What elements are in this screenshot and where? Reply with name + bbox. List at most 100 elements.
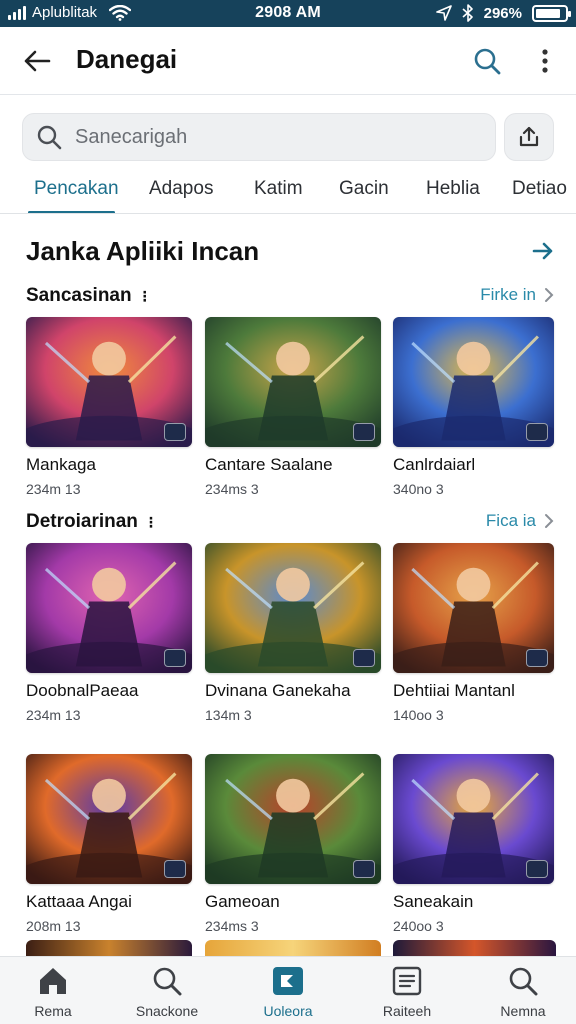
search-icon [35, 123, 63, 151]
card-thumbnail [205, 317, 381, 447]
section-title: Janka Apliiki Incan [26, 236, 260, 266]
app-name: Canlrdaiarl [393, 455, 476, 474]
card-thumbnail [393, 754, 554, 884]
app-meta: 134m 3 [205, 707, 252, 723]
nav-label: Raiteeh [382, 1003, 432, 1019]
search-button[interactable] [468, 42, 506, 80]
tab-heblia[interactable]: Heblia [426, 178, 480, 200]
bottom-navigation: Rema Snackone Uoleora Raiteeh Nemna [0, 956, 576, 1024]
search-input[interactable] [75, 125, 475, 149]
app-badge-icon [353, 423, 375, 441]
app-card[interactable]: Gameoan 234ms 3 [205, 754, 381, 934]
group-header: Sancasinan ⋮ [26, 285, 152, 307]
app-name: Mankaga [26, 455, 96, 474]
share-icon [519, 126, 539, 147]
app-badge-icon [526, 423, 548, 441]
nav-item-list[interactable]: Raiteeh [359, 963, 455, 1019]
app-name: Cantare Saalane [205, 455, 333, 474]
nav-item-apps[interactable]: Uoleora [240, 963, 336, 1019]
card-thumbnail [205, 754, 381, 884]
status-bar-right: 296% [435, 4, 571, 22]
battery-percent: 296% [483, 4, 522, 22]
app-name: DoobnalPaeaa [26, 681, 139, 700]
next-row-preview [26, 940, 556, 956]
app-badge-icon [526, 649, 548, 667]
app-card[interactable]: Canlrdaiarl 340no 3 [393, 317, 554, 497]
app-card[interactable]: Dvinana Ganekaha 134m 3 [205, 543, 381, 723]
apps-icon [273, 967, 303, 995]
card-thumbnail [393, 940, 556, 956]
nav-item-search[interactable]: Snackone [119, 963, 215, 1019]
app-meta: 140oo 3 [393, 707, 444, 723]
tab-pencakan[interactable]: Pencakan [34, 178, 119, 200]
app-bar: Danegai [0, 27, 576, 95]
chevron-right-icon [545, 514, 554, 528]
app-name: Dvinana Ganekaha [205, 681, 351, 700]
tab-gacin[interactable]: Gacin [339, 178, 389, 200]
app-badge-icon [526, 860, 548, 878]
card-thumbnail [393, 543, 554, 673]
chevron-right-icon [545, 288, 554, 302]
app-meta: 234ms 3 [205, 481, 259, 497]
nav-label: Rema [34, 1003, 72, 1019]
tab-detiao[interactable]: Detiao [512, 178, 567, 200]
card-thumbnail [26, 940, 192, 956]
app-card[interactable]: Dehtiiai Mantanl 140oo 3 [393, 543, 554, 723]
search-icon [153, 967, 182, 996]
group-title: Sancasinan [26, 285, 132, 306]
search-icon [509, 967, 538, 996]
category-tabs: Pencakan Adapos Katim Gacin Heblia Detia… [0, 168, 576, 214]
nav-item-search-alt[interactable]: Nemna [475, 963, 571, 1019]
search-field[interactable] [22, 113, 496, 161]
app-card[interactable]: DoobnalPaeaa 234m 13 [26, 543, 192, 723]
status-bar: Aplublitak 2908 AM 296% [0, 0, 576, 27]
tab-indicator [28, 211, 115, 213]
section-see-all-button[interactable] [528, 236, 558, 266]
tab-adapos[interactable]: Adapos [149, 178, 213, 200]
card-thumbnail [205, 543, 381, 673]
app-name: Saneakain [393, 892, 474, 911]
location-icon [435, 5, 452, 21]
battery-icon [532, 4, 571, 22]
app-name: Gameoan [205, 892, 280, 911]
nav-label: Snackone [135, 1003, 199, 1019]
app-badge-icon [164, 860, 186, 878]
app-badge-icon [164, 423, 186, 441]
app-card[interactable]: Mankaga 234m 13 [26, 317, 192, 497]
app-meta: 240oo 3 [393, 918, 444, 934]
bluetooth-icon [462, 4, 473, 22]
nav-label: Uoleora [263, 1003, 313, 1019]
card-thumbnail [26, 543, 192, 673]
home-icon [40, 968, 66, 994]
app-meta: 234ms 3 [205, 918, 259, 934]
app-card[interactable]: Cantare Saalane 234ms 3 [205, 317, 381, 497]
nav-label: Nemna [500, 1003, 546, 1019]
share-button[interactable] [504, 113, 554, 161]
card-thumbnail [26, 317, 192, 447]
page-title: Danegai [76, 44, 178, 74]
app-card[interactable]: Saneakain 240oo 3 [393, 754, 554, 934]
arrow-right-icon [532, 242, 553, 260]
app-meta: 340no 3 [393, 481, 444, 497]
tab-katim[interactable]: Katim [254, 178, 303, 200]
app-card[interactable]: Kattaaa Angai 208m 13 [26, 754, 192, 934]
card-thumbnail [205, 940, 381, 956]
more-options-button[interactable] [530, 42, 560, 80]
search-icon [474, 48, 501, 75]
group-header: Detroiarinan ⋮ [26, 511, 158, 533]
list-icon [392, 966, 422, 996]
card-thumbnail [26, 754, 192, 884]
group-link-label: Firke in [480, 285, 536, 304]
app-name: Dehtiiai Mantanl [393, 681, 515, 700]
app-badge-icon [353, 860, 375, 878]
app-meta: 208m 13 [26, 918, 81, 934]
group-see-more-link[interactable]: Fica ia [486, 511, 554, 531]
app-badge-icon [164, 649, 186, 667]
info-icon: ⋮ [143, 513, 158, 530]
app-meta: 234m 13 [26, 707, 81, 723]
back-button[interactable] [18, 43, 56, 79]
group-see-more-link[interactable]: Firke in [480, 285, 554, 305]
nav-item-home[interactable]: Rema [5, 963, 101, 1019]
app-meta: 234m 13 [26, 481, 81, 497]
app-name: Kattaaa Angai [26, 892, 132, 911]
